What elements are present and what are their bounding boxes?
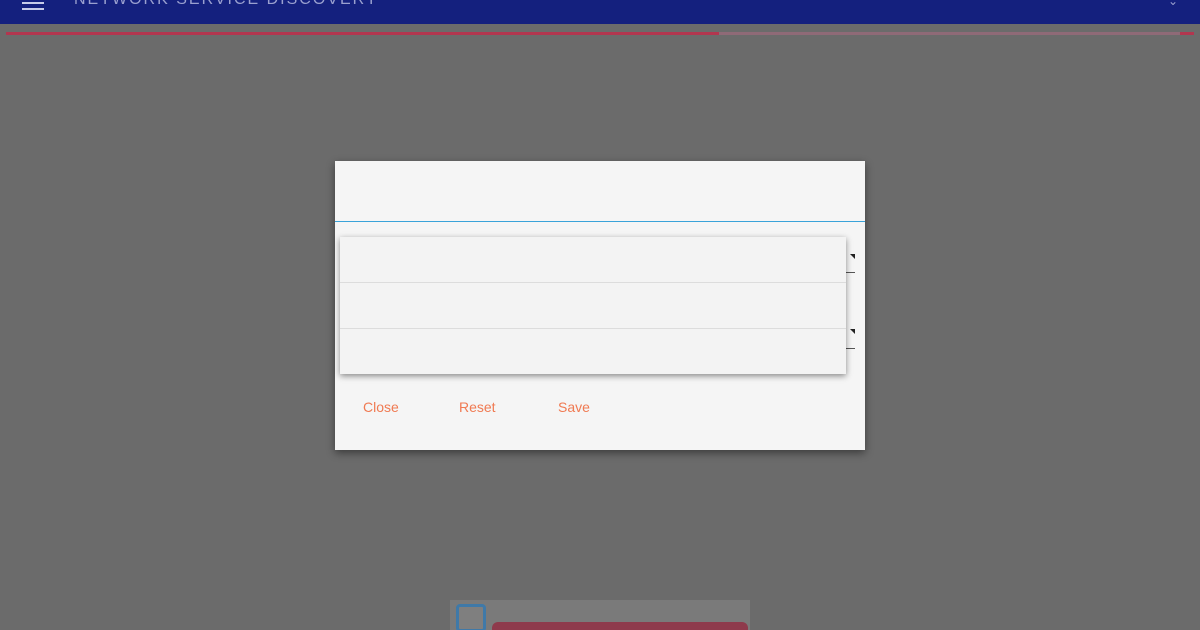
ad-banner-strip: [492, 622, 748, 630]
dialog-actions: Close Reset Save: [335, 399, 865, 419]
progress-bar-fill: [6, 32, 719, 35]
dialog-title-area: [335, 161, 865, 222]
brand-logo-icon: [456, 604, 486, 630]
settings-dialog: Close Reset Save: [335, 161, 865, 450]
progress-bar: [6, 32, 1194, 35]
spinner-1-dropdown-arrow-icon[interactable]: [850, 254, 855, 259]
dropdown-option[interactable]: [340, 329, 846, 374]
dropdown-option[interactable]: [340, 283, 846, 329]
app-title: NETWORK SERVICE DISCOVERY: [74, 0, 379, 9]
progress-bar-end: [1180, 32, 1194, 35]
spinner-dropdown-popup: [340, 237, 846, 374]
save-button[interactable]: Save: [558, 399, 590, 415]
close-button[interactable]: Close: [363, 399, 399, 415]
chevron-down-icon[interactable]: ⌄: [1168, 0, 1178, 8]
spinner-2-dropdown-arrow-icon[interactable]: [850, 329, 855, 334]
ad-banner[interactable]: [450, 600, 750, 630]
reset-button[interactable]: Reset: [459, 399, 496, 415]
hamburger-menu-icon[interactable]: [22, 0, 44, 10]
dropdown-option[interactable]: [340, 237, 846, 283]
app-bar: NETWORK SERVICE DISCOVERY ⌄: [0, 0, 1200, 24]
